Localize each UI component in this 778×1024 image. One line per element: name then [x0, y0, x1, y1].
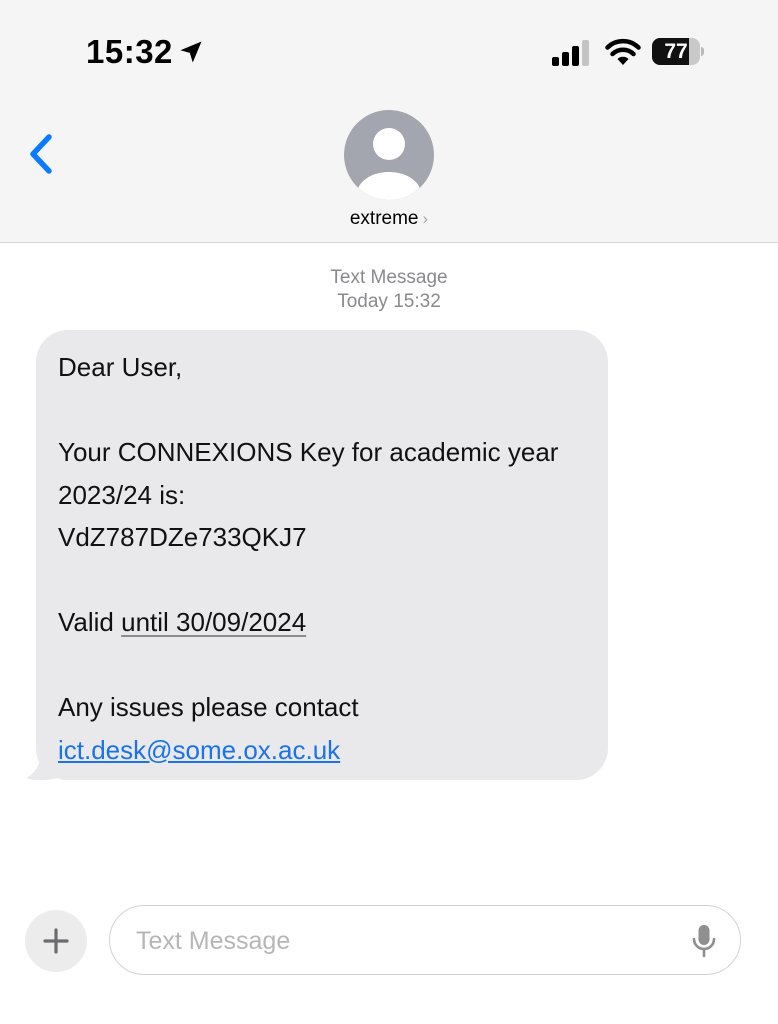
battery-body: 77	[652, 38, 700, 65]
timestamp-text: Today 15:32	[337, 291, 441, 312]
person-silhouette-icon	[357, 128, 421, 200]
message-validity: Valid until 30/09/2024	[58, 601, 586, 644]
chevron-right-icon: ›	[422, 209, 429, 228]
message-timestamp: Today 15:32	[0, 290, 778, 314]
contact-name-button[interactable]: extreme ›	[0, 208, 778, 230]
back-button[interactable]	[22, 128, 62, 180]
contact-name: extreme	[349, 208, 419, 229]
email-link[interactable]: ict.desk@some.ox.ac.uk	[58, 735, 340, 765]
battery-icon: 77	[652, 38, 704, 65]
message-input-container[interactable]	[109, 905, 741, 975]
plus-icon	[43, 928, 69, 954]
validity-prefix: Valid	[58, 607, 122, 637]
incoming-message-bubble[interactable]: Dear User, Your CONNEXIONS Key for acade…	[36, 330, 608, 780]
message-email-line: ict.desk@some.ox.ac.uk	[58, 729, 586, 772]
message-blank	[58, 389, 586, 432]
validity-date-link[interactable]: until 30/09/2024	[121, 607, 306, 637]
microphone-icon[interactable]	[690, 924, 718, 958]
message-contact-text: Any issues please contact	[58, 692, 359, 722]
service-label: Text Message	[330, 267, 448, 288]
message-meta: Text Message Today 15:32	[0, 266, 778, 314]
message-key-year: 2023/24 is:	[58, 479, 186, 510]
message-blank	[58, 559, 586, 602]
location-arrow-icon	[180, 41, 202, 63]
add-attachment-button[interactable]	[25, 910, 87, 972]
message-key-intro: Your CONNEXIONS Key for academic year	[58, 437, 559, 467]
cellular-signal-icon	[552, 40, 589, 66]
message-greeting: Dear User,	[58, 352, 183, 382]
contact-avatar[interactable]	[344, 110, 434, 200]
message-blank	[58, 644, 586, 687]
battery-cap	[701, 47, 704, 56]
conversation-header: 15:32 77 extreme ›	[0, 0, 778, 243]
battery-percentage: 77	[664, 40, 688, 63]
message-key-value: VdZ787DZe733QKJ7	[58, 522, 307, 552]
message-input[interactable]	[134, 922, 678, 960]
wifi-icon	[605, 38, 641, 65]
messages-screen: 15:32 77 extreme › Text Message Today 15…	[0, 0, 778, 1024]
status-time: 15:32	[86, 33, 173, 70]
